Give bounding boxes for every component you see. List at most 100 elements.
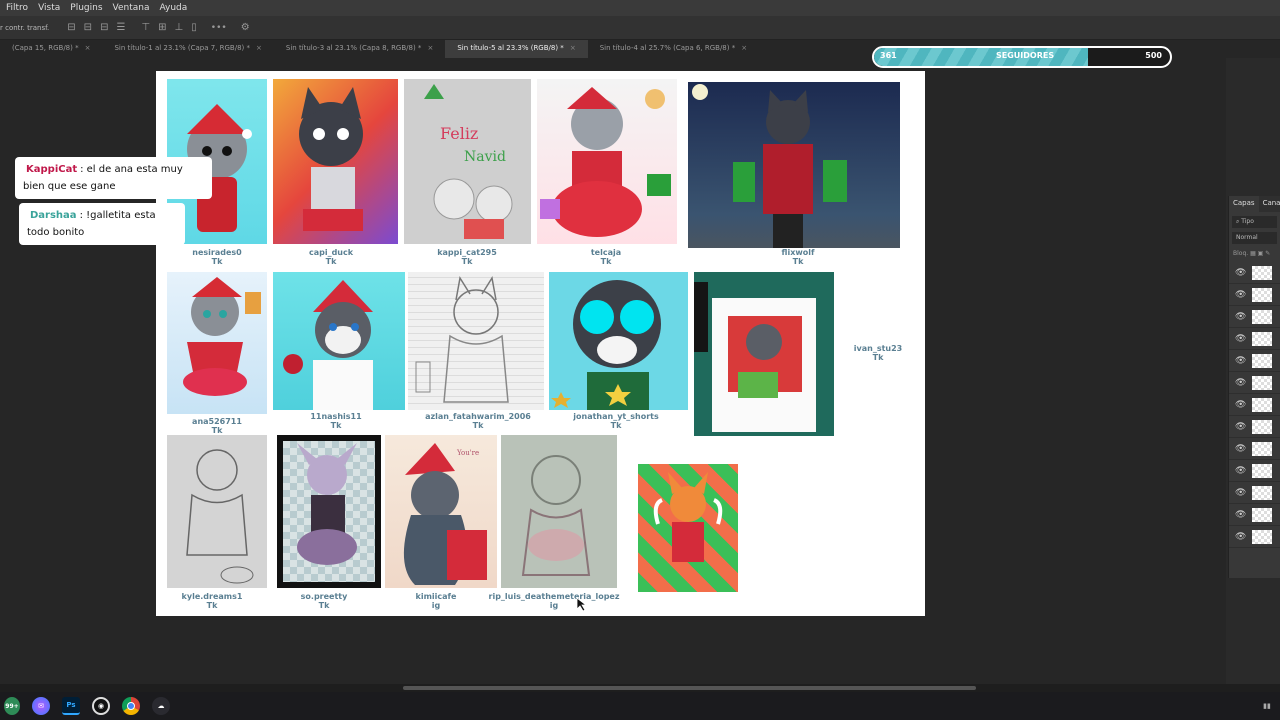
tab-canales[interactable]: Canal — [1259, 196, 1280, 212]
artwork-14 — [501, 435, 617, 588]
tab-doc-1[interactable]: (Capa 15, RGB/8) * × — [0, 40, 102, 58]
menu-bar: Filtro Vista Plugins Ventana Ayuda — [0, 0, 1280, 16]
align-middle-icon[interactable]: ⊞ — [158, 22, 166, 33]
horizontal-scrollbar[interactable] — [0, 684, 1280, 692]
chrome-app-icon[interactable] — [122, 697, 140, 715]
align-justify-icon[interactable]: ☰ — [116, 22, 125, 33]
gear-icon[interactable]: ⚙ — [241, 22, 250, 33]
menu-plugins[interactable]: Plugins — [70, 3, 102, 13]
character-drawing — [297, 443, 357, 565]
layer-thumbnail — [1252, 287, 1273, 302]
layer-row[interactable]: 👁 — [1229, 262, 1280, 284]
chat-message: KappiCat: el de ana esta muy bien que es… — [15, 157, 212, 199]
artwork-caption: ivan_stu23 Tk — [853, 344, 903, 362]
eye-icon[interactable]: 👁 — [1235, 488, 1246, 498]
menu-ayuda[interactable]: Ayuda — [159, 3, 187, 13]
layer-filter[interactable]: ⌕ Tipo — [1232, 216, 1277, 228]
artwork-caption: 11nashis11 Tk — [310, 412, 362, 430]
align-center-icon[interactable]: ⊟ — [84, 22, 92, 33]
layer-row[interactable]: 👁 — [1229, 306, 1280, 328]
eye-icon[interactable]: 👁 — [1235, 378, 1246, 388]
eye-icon[interactable]: 👁 — [1235, 268, 1246, 278]
layer-row[interactable]: 👁 — [1229, 394, 1280, 416]
tab-doc-2[interactable]: Sin título-1 al 23.1% (Capa 7, RGB/8) * × — [102, 40, 273, 58]
artwork-11 — [167, 435, 267, 588]
character-drawing — [551, 280, 661, 410]
eye-icon[interactable]: 👁 — [1235, 510, 1246, 520]
close-icon[interactable]: × — [570, 44, 576, 52]
followers-current: 361 — [880, 51, 897, 60]
eye-icon[interactable]: 👁 — [1235, 356, 1246, 366]
scrollbar-thumb[interactable] — [403, 686, 976, 690]
messenger-app-icon[interactable]: ✉ — [32, 697, 50, 715]
blend-mode-select[interactable]: Normal — [1232, 232, 1277, 244]
character-drawing — [186, 449, 254, 584]
align-left-icon[interactable]: ⊟ — [67, 22, 75, 33]
obs-app-icon[interactable]: ◉ — [92, 697, 110, 715]
layer-row[interactable]: 👁 — [1229, 372, 1280, 394]
lock-row: Bloq. ▦ ▣ ✎ — [1233, 250, 1271, 257]
artwork-8 — [408, 272, 544, 410]
layer-thumbnail — [1252, 485, 1273, 500]
eye-icon[interactable]: 👁 — [1235, 334, 1246, 344]
distribute-icon[interactable]: ▯ — [191, 22, 197, 33]
svg-text:Navid: Navid — [464, 149, 506, 165]
align-top-icon[interactable]: ⊤ — [141, 22, 150, 33]
layer-row[interactable]: 👁 — [1229, 350, 1280, 372]
layers-panel: Capas Canal ⌕ Tipo Normal Bloq. ▦ ▣ ✎ 👁 … — [1228, 196, 1280, 578]
eye-icon[interactable]: 👁 — [1235, 312, 1246, 322]
eye-icon[interactable]: 👁 — [1235, 422, 1246, 432]
eye-icon[interactable]: 👁 — [1235, 400, 1246, 410]
character-drawing — [540, 87, 671, 237]
artwork-caption: jonathan_yt_shorts Tk — [573, 412, 659, 430]
lock-icon[interactable]: ▦ ▣ ✎ — [1250, 250, 1270, 257]
layer-thumbnail — [1252, 331, 1273, 346]
tab-capas[interactable]: Capas — [1229, 196, 1259, 212]
layer-thumbnail — [1252, 441, 1273, 456]
menu-filtro[interactable]: Filtro — [6, 3, 28, 13]
cursor-icon — [576, 597, 588, 612]
align-right-icon[interactable]: ⊟ — [100, 22, 108, 33]
transform-controls-label[interactable]: r contr. transf. — [0, 24, 49, 32]
layer-row[interactable]: 👁 — [1229, 526, 1280, 548]
more-options-icon[interactable]: ••• — [211, 23, 227, 33]
artwork-7 — [273, 272, 405, 410]
eye-icon[interactable]: 👁 — [1235, 532, 1246, 542]
options-bar: r contr. transf. ⊟ ⊟ ⊟ ☰ ⊤ ⊞ ⊥ ▯ ••• ⚙ — [0, 16, 1280, 40]
character-drawing: Feliz Navid — [424, 84, 513, 239]
layer-row[interactable]: 👁 — [1229, 416, 1280, 438]
layer-row[interactable]: 👁 — [1229, 504, 1280, 526]
tab-doc-4[interactable]: Sin título-4 al 25.7% (Capa 6, RGB/8) * × — [588, 40, 759, 58]
close-icon[interactable]: × — [85, 44, 91, 52]
menu-ventana[interactable]: Ventana — [113, 3, 150, 13]
canvas[interactable]: Feliz Navid You're nesirades0 Tk capi_duck… — [156, 71, 925, 616]
chat-username: KappiCat — [26, 164, 78, 175]
layer-row[interactable]: 👁 — [1229, 482, 1280, 504]
app-icon[interactable]: ☁ — [152, 697, 170, 715]
artwork-5 — [688, 82, 900, 248]
layer-row[interactable]: 👁 — [1229, 460, 1280, 482]
artwork-caption: telcaja Tk — [590, 248, 622, 266]
close-icon[interactable]: × — [256, 44, 262, 52]
photoshop-app-icon[interactable]: Ps — [62, 697, 80, 715]
close-icon[interactable]: × — [741, 44, 747, 52]
layer-row[interactable]: 👁 — [1229, 284, 1280, 306]
menu-vista[interactable]: Vista — [38, 3, 60, 13]
character-drawing — [183, 277, 261, 396]
close-icon[interactable]: × — [427, 44, 433, 52]
layer-row[interactable]: 👁 — [1229, 328, 1280, 350]
layer-thumbnail — [1252, 265, 1273, 280]
eye-icon[interactable]: 👁 — [1235, 290, 1246, 300]
notification-badge-icon[interactable]: 99+ — [4, 697, 20, 715]
eye-icon[interactable]: 👁 — [1235, 466, 1246, 476]
tab-doc-3[interactable]: Sin título-3 al 23.1% (Capa 8, RGB/8) * × — [274, 40, 445, 58]
layer-thumbnail — [1252, 397, 1273, 412]
layer-thumbnail — [1252, 419, 1273, 434]
eye-icon[interactable]: 👁 — [1235, 444, 1246, 454]
tab-doc-active[interactable]: Sin título-5 al 23.3% (RGB/8) * × — [445, 40, 588, 58]
layer-row[interactable]: 👁 — [1229, 438, 1280, 460]
taskbar-overflow-icon[interactable]: ▮▮ — [1258, 697, 1276, 715]
align-bottom-icon[interactable]: ⊥ — [175, 22, 184, 33]
layer-thumbnail — [1252, 309, 1273, 324]
character-drawing — [283, 280, 373, 410]
